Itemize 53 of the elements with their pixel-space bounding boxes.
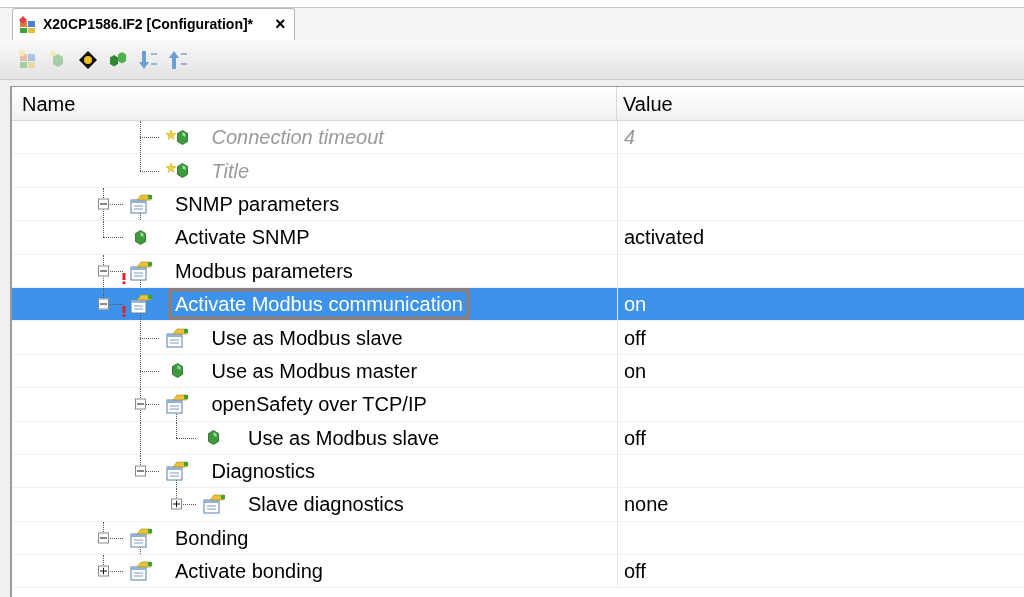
parameter-icon [128, 561, 153, 582]
new-star-icon [166, 129, 177, 140]
parameter-name[interactable]: Bonding [169, 522, 255, 553]
parameter-icon [128, 260, 153, 281]
parameter-value: off [624, 425, 646, 451]
gem-icon [171, 363, 183, 379]
parameter-icon [128, 527, 153, 548]
collapse-button[interactable] [98, 265, 109, 277]
configuration-icon [19, 15, 37, 34]
column-header[interactable]: Name [12, 87, 617, 120]
collapse-button[interactable] [134, 398, 146, 410]
parameter-name[interactable]: Diagnostics [205, 456, 321, 487]
parameter-name[interactable]: Activate SNMP [169, 222, 316, 253]
gem-icon [208, 430, 220, 446]
gem-icon [177, 163, 189, 179]
parameter-icon [128, 193, 153, 214]
parameter-icon [128, 294, 153, 315]
plus-icon [100, 567, 107, 575]
document-tab[interactable]: X20CP1586.IF2 [Configuration]* × [12, 8, 295, 40]
parameter-value: on [624, 292, 647, 318]
parameter-value: off [624, 325, 646, 351]
parameter-value: off [624, 559, 646, 585]
parameter-icon [201, 494, 226, 515]
parameter-icon [165, 327, 190, 348]
new-star-icon [166, 163, 177, 174]
collapse-button[interactable] [98, 198, 109, 210]
sort-down-icon [137, 48, 159, 71]
expand-button[interactable] [98, 565, 109, 577]
parameter-icon [165, 394, 190, 415]
parameter-name[interactable]: Modbus parameters [169, 255, 359, 286]
parameter-value: none [624, 492, 669, 518]
gem-icon [177, 129, 189, 145]
target-icon [77, 48, 99, 71]
parameter-name[interactable]: Slave diagnostics [242, 489, 410, 520]
close-tab-button[interactable]: × [273, 11, 288, 38]
parameter-name[interactable]: Use as Modbus slave [205, 322, 409, 353]
parameter-name[interactable]: Use as Modbus master [205, 355, 424, 386]
parameter-name[interactable]: Activate bonding [169, 556, 329, 587]
parameter-name[interactable]: Use as Modbus slave [242, 422, 446, 453]
parameter-name[interactable]: openSafety over TCP/IP [205, 389, 433, 420]
gem-icon [135, 229, 147, 245]
parameter-icon [165, 461, 190, 482]
collapse-button[interactable] [98, 532, 109, 544]
collapse-button[interactable] [98, 298, 109, 310]
parameter-value: 4 [624, 125, 636, 151]
collapse-button[interactable] [134, 465, 146, 477]
parameter-value: on [624, 358, 647, 384]
column-header[interactable]: Value [617, 87, 1024, 120]
plus-icon [173, 501, 180, 508]
parameter-value: activated [624, 225, 705, 251]
parameter-name[interactable]: SNMP parameters [169, 188, 346, 219]
expand-button[interactable] [171, 499, 182, 510]
tab-title: X20CP1586.IF2 [Configuration]* [43, 15, 254, 34]
